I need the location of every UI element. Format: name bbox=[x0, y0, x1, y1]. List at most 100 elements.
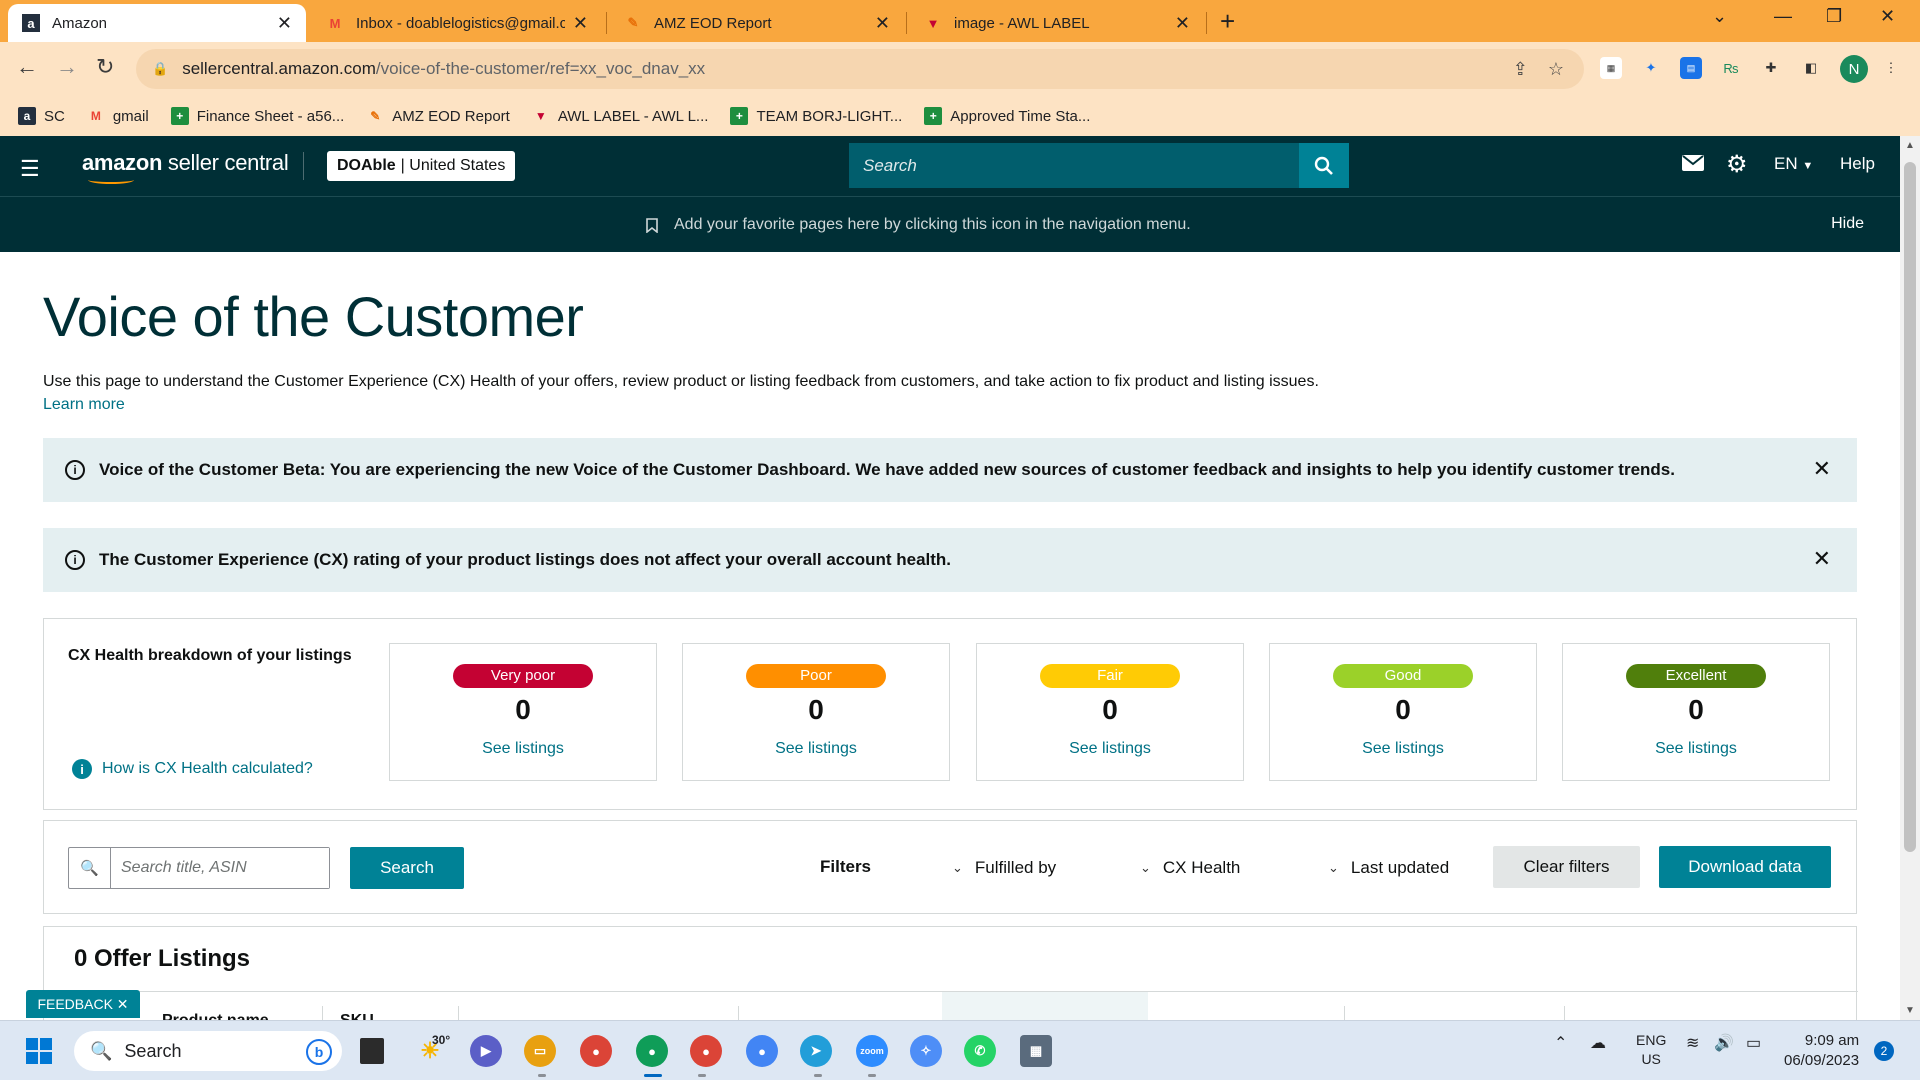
side-panel-icon[interactable]: ◧ bbox=[1800, 57, 1822, 79]
see-listings-link[interactable]: See listings bbox=[977, 740, 1243, 758]
close-tab-icon[interactable]: ✕ bbox=[1175, 13, 1190, 34]
forward-arrow-icon[interactable]: → bbox=[56, 54, 78, 80]
header-search-input[interactable] bbox=[849, 143, 1299, 188]
fulfilled-by-dropdown[interactable]: ⌄ Fulfilled by bbox=[952, 858, 1056, 878]
page-scrollbar[interactable]: ▲ ▼ bbox=[1900, 136, 1920, 1020]
bookmark-gmail[interactable]: Mgmail bbox=[87, 107, 149, 125]
extension-icon[interactable]: ✦ bbox=[1640, 57, 1662, 79]
back-arrow-icon[interactable]: ← bbox=[16, 54, 38, 80]
download-data-button[interactable]: Download data bbox=[1659, 846, 1831, 888]
running-indicator bbox=[814, 1074, 822, 1077]
bing-icon: b bbox=[306, 1039, 332, 1065]
search-button[interactable]: Search bbox=[350, 847, 464, 889]
tab-awl-label[interactable]: ▼ image - AWL LABEL ✕ bbox=[910, 4, 1204, 42]
mail-icon[interactable] bbox=[1682, 154, 1704, 177]
close-icon[interactable]: ✕ bbox=[1813, 456, 1831, 482]
hamburger-menu-icon[interactable]: ☰ bbox=[20, 156, 40, 182]
minimize-icon[interactable]: — bbox=[1774, 6, 1792, 27]
chrome-profile-l-icon[interactable]: ● bbox=[690, 1035, 722, 1067]
kebab-menu-icon[interactable]: ⋮ bbox=[1880, 57, 1902, 79]
file-explorer-icon[interactable]: ▭ bbox=[524, 1035, 556, 1067]
close-window-icon[interactable]: ✕ bbox=[1880, 6, 1895, 27]
see-listings-link[interactable]: See listings bbox=[390, 740, 656, 758]
calculator-icon[interactable]: ▦ bbox=[1020, 1035, 1052, 1067]
close-tab-icon[interactable]: ✕ bbox=[277, 13, 292, 34]
reload-icon[interactable]: ↻ bbox=[96, 54, 114, 80]
notification-badge[interactable]: 2 bbox=[1874, 1041, 1894, 1061]
info-icon: i bbox=[72, 759, 92, 779]
tab-amazon[interactable]: a Amazon ✕ bbox=[8, 4, 306, 42]
tab-amz-eod-report[interactable]: ✎ AMZ EOD Report ✕ bbox=[610, 4, 904, 42]
learn-more-link[interactable]: Learn more bbox=[43, 396, 125, 413]
last-updated-dropdown[interactable]: ⌄ Last updated bbox=[1328, 858, 1449, 878]
seller-central-logo[interactable]: amazon seller central bbox=[82, 150, 289, 184]
scroll-down-icon[interactable]: ▼ bbox=[1905, 1005, 1915, 1016]
listing-search-input[interactable] bbox=[111, 848, 329, 888]
close-tab-icon[interactable]: ✕ bbox=[875, 13, 890, 34]
cx-health-dropdown[interactable]: ⌄ CX Health bbox=[1140, 858, 1240, 878]
chevron-down-icon: ⌄ bbox=[1140, 860, 1151, 875]
task-view-icon[interactable] bbox=[360, 1038, 384, 1064]
onedrive-icon[interactable]: ☁ bbox=[1590, 1033, 1606, 1053]
restore-icon[interactable]: ❐ bbox=[1826, 6, 1842, 27]
tab-search-chevron-icon[interactable]: ⌄ bbox=[1712, 6, 1727, 27]
see-listings-link[interactable]: See listings bbox=[1270, 740, 1536, 758]
extension-icon[interactable]: ▤ bbox=[1680, 57, 1702, 79]
copilot-icon[interactable]: ✧ bbox=[910, 1035, 942, 1067]
language-selector[interactable]: EN ▼ bbox=[1774, 154, 1813, 174]
taskbar-search[interactable]: 🔍 Search b bbox=[74, 1031, 342, 1071]
input-language[interactable]: ENG US bbox=[1636, 1031, 1666, 1069]
chrome-profile-g-icon[interactable]: ● bbox=[746, 1035, 778, 1067]
bookmark-finance-sheet[interactable]: + Finance Sheet - a56... bbox=[170, 107, 344, 125]
close-tab-icon[interactable]: ✕ bbox=[573, 13, 588, 34]
cx-card-fair: Fair 0 See listings bbox=[976, 643, 1244, 781]
telegram-icon[interactable]: ➤ bbox=[800, 1035, 832, 1067]
awl-favicon-icon: ▼ bbox=[534, 109, 547, 123]
whatsapp-icon[interactable]: ✆ bbox=[964, 1035, 996, 1067]
cx-count: 0 bbox=[1395, 694, 1411, 725]
share-icon[interactable]: ⇪ bbox=[1513, 59, 1528, 80]
sheets-icon: + bbox=[730, 107, 749, 125]
store-selector[interactable]: DOAble | United States bbox=[327, 151, 516, 181]
new-tab-icon[interactable]: + bbox=[1220, 6, 1235, 37]
cx-health-help-link[interactable]: i How is CX Health calculated? bbox=[72, 759, 313, 779]
url-host: sellercentral.amazon.com bbox=[182, 59, 376, 78]
help-link[interactable]: Help bbox=[1840, 154, 1875, 174]
address-bar[interactable]: 🔒 sellercentral.amazon.com/voice-of-the-… bbox=[136, 49, 1584, 89]
extension-icon[interactable]: ₨ bbox=[1720, 57, 1742, 79]
bookmark-team-borj[interactable]: + TEAM BORJ-LIGHT... bbox=[730, 107, 902, 125]
wifi-icon[interactable]: ≋ bbox=[1686, 1033, 1699, 1053]
sheets-icon: + bbox=[170, 107, 189, 125]
puzzle-icon[interactable]: ✚ bbox=[1760, 57, 1782, 79]
bookmark-approved-time[interactable]: + Approved Time Sta... bbox=[924, 107, 1090, 125]
clear-filters-button[interactable]: Clear filters bbox=[1493, 846, 1640, 888]
weather-widget[interactable]: ☀ 30° bbox=[414, 1033, 450, 1067]
header-search bbox=[849, 143, 1349, 188]
bookmark-sc[interactable]: a SC bbox=[18, 107, 65, 125]
taskbar-clock[interactable]: 9:09 am 06/09/2023 bbox=[1784, 1031, 1859, 1071]
see-listings-link[interactable]: See listings bbox=[1563, 740, 1829, 758]
extension-icon[interactable]: ▦ bbox=[1600, 57, 1622, 79]
scroll-up-icon[interactable]: ▲ bbox=[1905, 140, 1915, 151]
windows-start-icon[interactable] bbox=[26, 1038, 52, 1064]
gear-icon[interactable]: ⚙ bbox=[1726, 150, 1748, 179]
bookmark-star-icon[interactable]: ☆ bbox=[1548, 59, 1564, 80]
close-icon[interactable]: ✕ bbox=[1813, 546, 1831, 572]
hide-favorites-button[interactable]: Hide bbox=[1831, 215, 1864, 233]
meet-icon[interactable]: ▶ bbox=[470, 1035, 502, 1067]
bookmark-amz-eod-report[interactable]: ✎ AMZ EOD Report bbox=[366, 107, 510, 125]
feedback-button[interactable]: FEEDBACK ✕ bbox=[26, 990, 140, 1018]
volume-icon[interactable]: 🔊 bbox=[1714, 1033, 1734, 1053]
tab-gmail[interactable]: M Inbox - doablelogistics@gmail.co ✕ bbox=[312, 4, 602, 42]
amazon-favicon-icon: a bbox=[22, 14, 40, 32]
tray-chevron-up-icon[interactable]: ⌃ bbox=[1554, 1033, 1567, 1053]
bookmark-awl-label[interactable]: ▼ AWL LABEL - AWL L... bbox=[532, 107, 709, 125]
chrome-icon[interactable]: ● bbox=[580, 1035, 612, 1067]
battery-icon[interactable]: ▭ bbox=[1746, 1033, 1761, 1053]
zoom-icon[interactable]: zoom bbox=[856, 1035, 888, 1067]
chrome-profile-n-icon[interactable]: ● bbox=[636, 1035, 668, 1067]
header-search-button[interactable] bbox=[1299, 143, 1349, 188]
profile-avatar[interactable]: N bbox=[1840, 55, 1868, 83]
see-listings-link[interactable]: See listings bbox=[683, 740, 949, 758]
scrollbar-thumb[interactable] bbox=[1904, 162, 1916, 852]
